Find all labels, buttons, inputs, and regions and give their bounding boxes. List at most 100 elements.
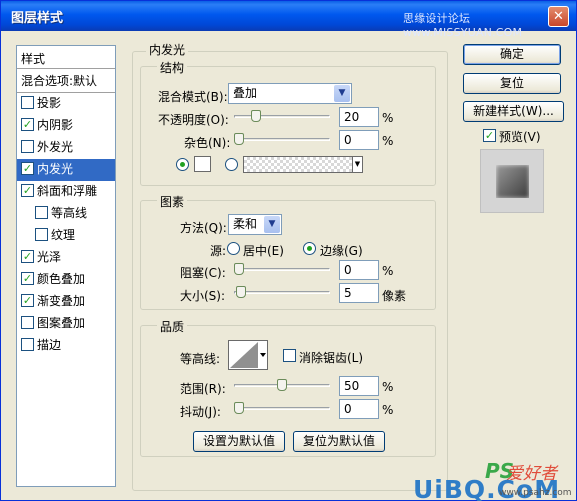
style-items: 投影 ✓ 内阴影 外发光 ✓ 内发光 ✓ 斜面和浮雕 等高线 纹理 ✓ 光泽 ✓ 颜色叠加 ✓ 渐变叠加 图案叠… — [17, 93, 115, 357]
close-button[interactable]: ✕ — [548, 6, 569, 27]
antialias-label[interactable]: 消除锯齿(L) — [299, 349, 363, 366]
style-item-checkbox[interactable]: ✓ — [21, 184, 34, 197]
gradient-picker[interactable]: ▼ — [243, 156, 363, 173]
preview-checkbox[interactable]: ✓ — [483, 129, 496, 142]
gradient-radio[interactable] — [225, 158, 238, 171]
contour-picker[interactable] — [228, 340, 268, 370]
noise-label: 杂色(N): — [184, 136, 231, 150]
style-item-label: 内阴影 — [37, 118, 74, 132]
choke-field[interactable]: 0 — [339, 260, 379, 280]
reset-default-button[interactable]: 复位为默认值 — [293, 431, 385, 452]
new-style-button[interactable]: 新建样式(W)... — [463, 101, 564, 122]
style-item[interactable]: ✓ 内发光 — [17, 159, 115, 181]
style-list-header[interactable]: 样式 — [17, 46, 115, 69]
style-item-checkbox[interactable] — [21, 338, 34, 351]
blend-mode-select[interactable]: 叠加 ▼ — [228, 83, 352, 104]
jitter-slider-thumb[interactable] — [234, 402, 244, 414]
opacity-unit: % — [382, 111, 394, 125]
opacity-label: 不透明度(O): — [158, 113, 229, 127]
size-field[interactable]: 5 — [339, 283, 379, 303]
size-slider-track[interactable] — [234, 291, 330, 294]
style-item[interactable]: ✓ 渐变叠加 — [17, 291, 115, 313]
opacity-slider-thumb[interactable] — [251, 110, 262, 122]
contour-label: 等高线: — [180, 352, 221, 366]
preview-swatch — [496, 165, 529, 198]
chevron-down-icon: ▼ — [264, 216, 280, 233]
make-default-button[interactable]: 设置为默认值 — [193, 431, 285, 452]
source-center-label[interactable]: 居中(E) — [243, 242, 284, 259]
style-item-checkbox[interactable] — [21, 140, 34, 153]
style-item[interactable]: 等高线 — [17, 203, 115, 225]
style-item[interactable]: ✓ 颜色叠加 — [17, 269, 115, 291]
style-item-label: 颜色叠加 — [37, 272, 86, 286]
choke-slider-track[interactable] — [234, 268, 330, 271]
style-item-checkbox[interactable]: ✓ — [21, 250, 34, 263]
reset-button[interactable]: 复位 — [463, 73, 561, 94]
choke-unit: % — [382, 264, 394, 278]
size-slider-thumb[interactable] — [235, 286, 246, 298]
style-item[interactable]: 图案叠加 — [17, 313, 115, 335]
style-item[interactable]: 描边 — [17, 335, 115, 357]
blend-mode-label: 混合模式(B): — [158, 90, 228, 104]
style-item-label: 图案叠加 — [37, 316, 86, 330]
noise-slider-thumb[interactable] — [234, 133, 244, 145]
range-label: 范围(R): — [180, 382, 226, 396]
style-item[interactable]: 投影 — [17, 93, 115, 115]
style-item-label: 光泽 — [37, 250, 62, 264]
style-item[interactable]: ✓ 斜面和浮雕 — [17, 181, 115, 203]
style-item-checkbox[interactable] — [35, 228, 48, 241]
blend-mode-value: 叠加 — [233, 86, 258, 100]
range-field[interactable]: 50 — [339, 376, 379, 396]
choke-slider-thumb[interactable] — [234, 263, 244, 275]
jitter-slider-track[interactable] — [234, 407, 330, 410]
source-center-radio[interactable] — [227, 242, 240, 255]
style-preview — [480, 149, 544, 213]
opacity-slider-track[interactable] — [234, 115, 330, 118]
ok-button[interactable]: 确定 — [463, 44, 561, 65]
range-slider-thumb[interactable] — [277, 379, 287, 391]
size-label: 大小(S): — [180, 289, 226, 303]
technique-label: 方法(Q): — [180, 221, 227, 235]
source-label: 源: — [210, 244, 227, 258]
structure-title: 结构 — [157, 59, 188, 76]
style-item-checkbox[interactable]: ✓ — [21, 118, 34, 131]
style-item-label: 纹理 — [51, 228, 76, 242]
style-item-checkbox[interactable] — [35, 206, 48, 219]
technique-select[interactable]: 柔和 ▼ — [228, 214, 282, 235]
style-item-checkbox[interactable] — [21, 96, 34, 109]
glow-color-swatch[interactable] — [194, 156, 211, 172]
style-item-label: 内发光 — [37, 162, 74, 176]
elements-title: 图素 — [157, 193, 188, 210]
style-item-checkbox[interactable] — [21, 316, 34, 329]
style-item[interactable]: 外发光 — [17, 137, 115, 159]
inner-glow-panel: 内发光 结构 混合模式(B): 叠加 ▼ 不透明度(O): 20 % 杂色(N)… — [132, 41, 448, 491]
style-item-label: 斜面和浮雕 — [37, 184, 98, 198]
title-bar[interactable]: 图层样式 思缘设计论坛 www.MISSYUAN.COM ✕ — [1, 1, 576, 39]
technique-value: 柔和 — [233, 217, 258, 231]
jitter-field[interactable]: 0 — [339, 399, 379, 419]
dialog-title: 图层样式 — [11, 11, 64, 26]
quality-title: 品质 — [157, 318, 188, 335]
style-item-label: 渐变叠加 — [37, 294, 86, 308]
solid-color-radio[interactable] — [176, 158, 189, 171]
style-item[interactable]: ✓ 光泽 — [17, 247, 115, 269]
style-item[interactable]: 纹理 — [17, 225, 115, 247]
opacity-field[interactable]: 20 — [339, 107, 379, 127]
range-unit: % — [382, 380, 394, 394]
style-item-checkbox[interactable]: ✓ — [21, 294, 34, 307]
style-list: 样式 混合选项:默认 投影 ✓ 内阴影 外发光 ✓ 内发光 ✓ 斜面和浮雕 等高线 纹理 ✓ 光泽 ✓ 颜… — [16, 45, 116, 487]
style-item[interactable]: ✓ 内阴影 — [17, 115, 115, 137]
contour-curve-icon — [230, 341, 267, 369]
antialias-checkbox[interactable] — [283, 349, 296, 362]
source-edge-label[interactable]: 边缘(G) — [320, 242, 363, 259]
style-item-checkbox[interactable]: ✓ — [21, 272, 34, 285]
layer-style-dialog: 图层样式 思缘设计论坛 www.MISSYUAN.COM ✕ 样式 混合选项:默… — [0, 0, 577, 501]
noise-field[interactable]: 0 — [339, 130, 379, 150]
gradient-dropdown-icon[interactable]: ▼ — [352, 157, 362, 172]
preview-label[interactable]: 预览(V) — [499, 128, 541, 145]
noise-slider-track[interactable] — [234, 138, 330, 141]
blend-options-item[interactable]: 混合选项:默认 — [17, 69, 115, 93]
source-edge-radio[interactable] — [303, 242, 316, 255]
style-item-checkbox[interactable]: ✓ — [21, 162, 34, 175]
jitter-unit: % — [382, 403, 394, 417]
